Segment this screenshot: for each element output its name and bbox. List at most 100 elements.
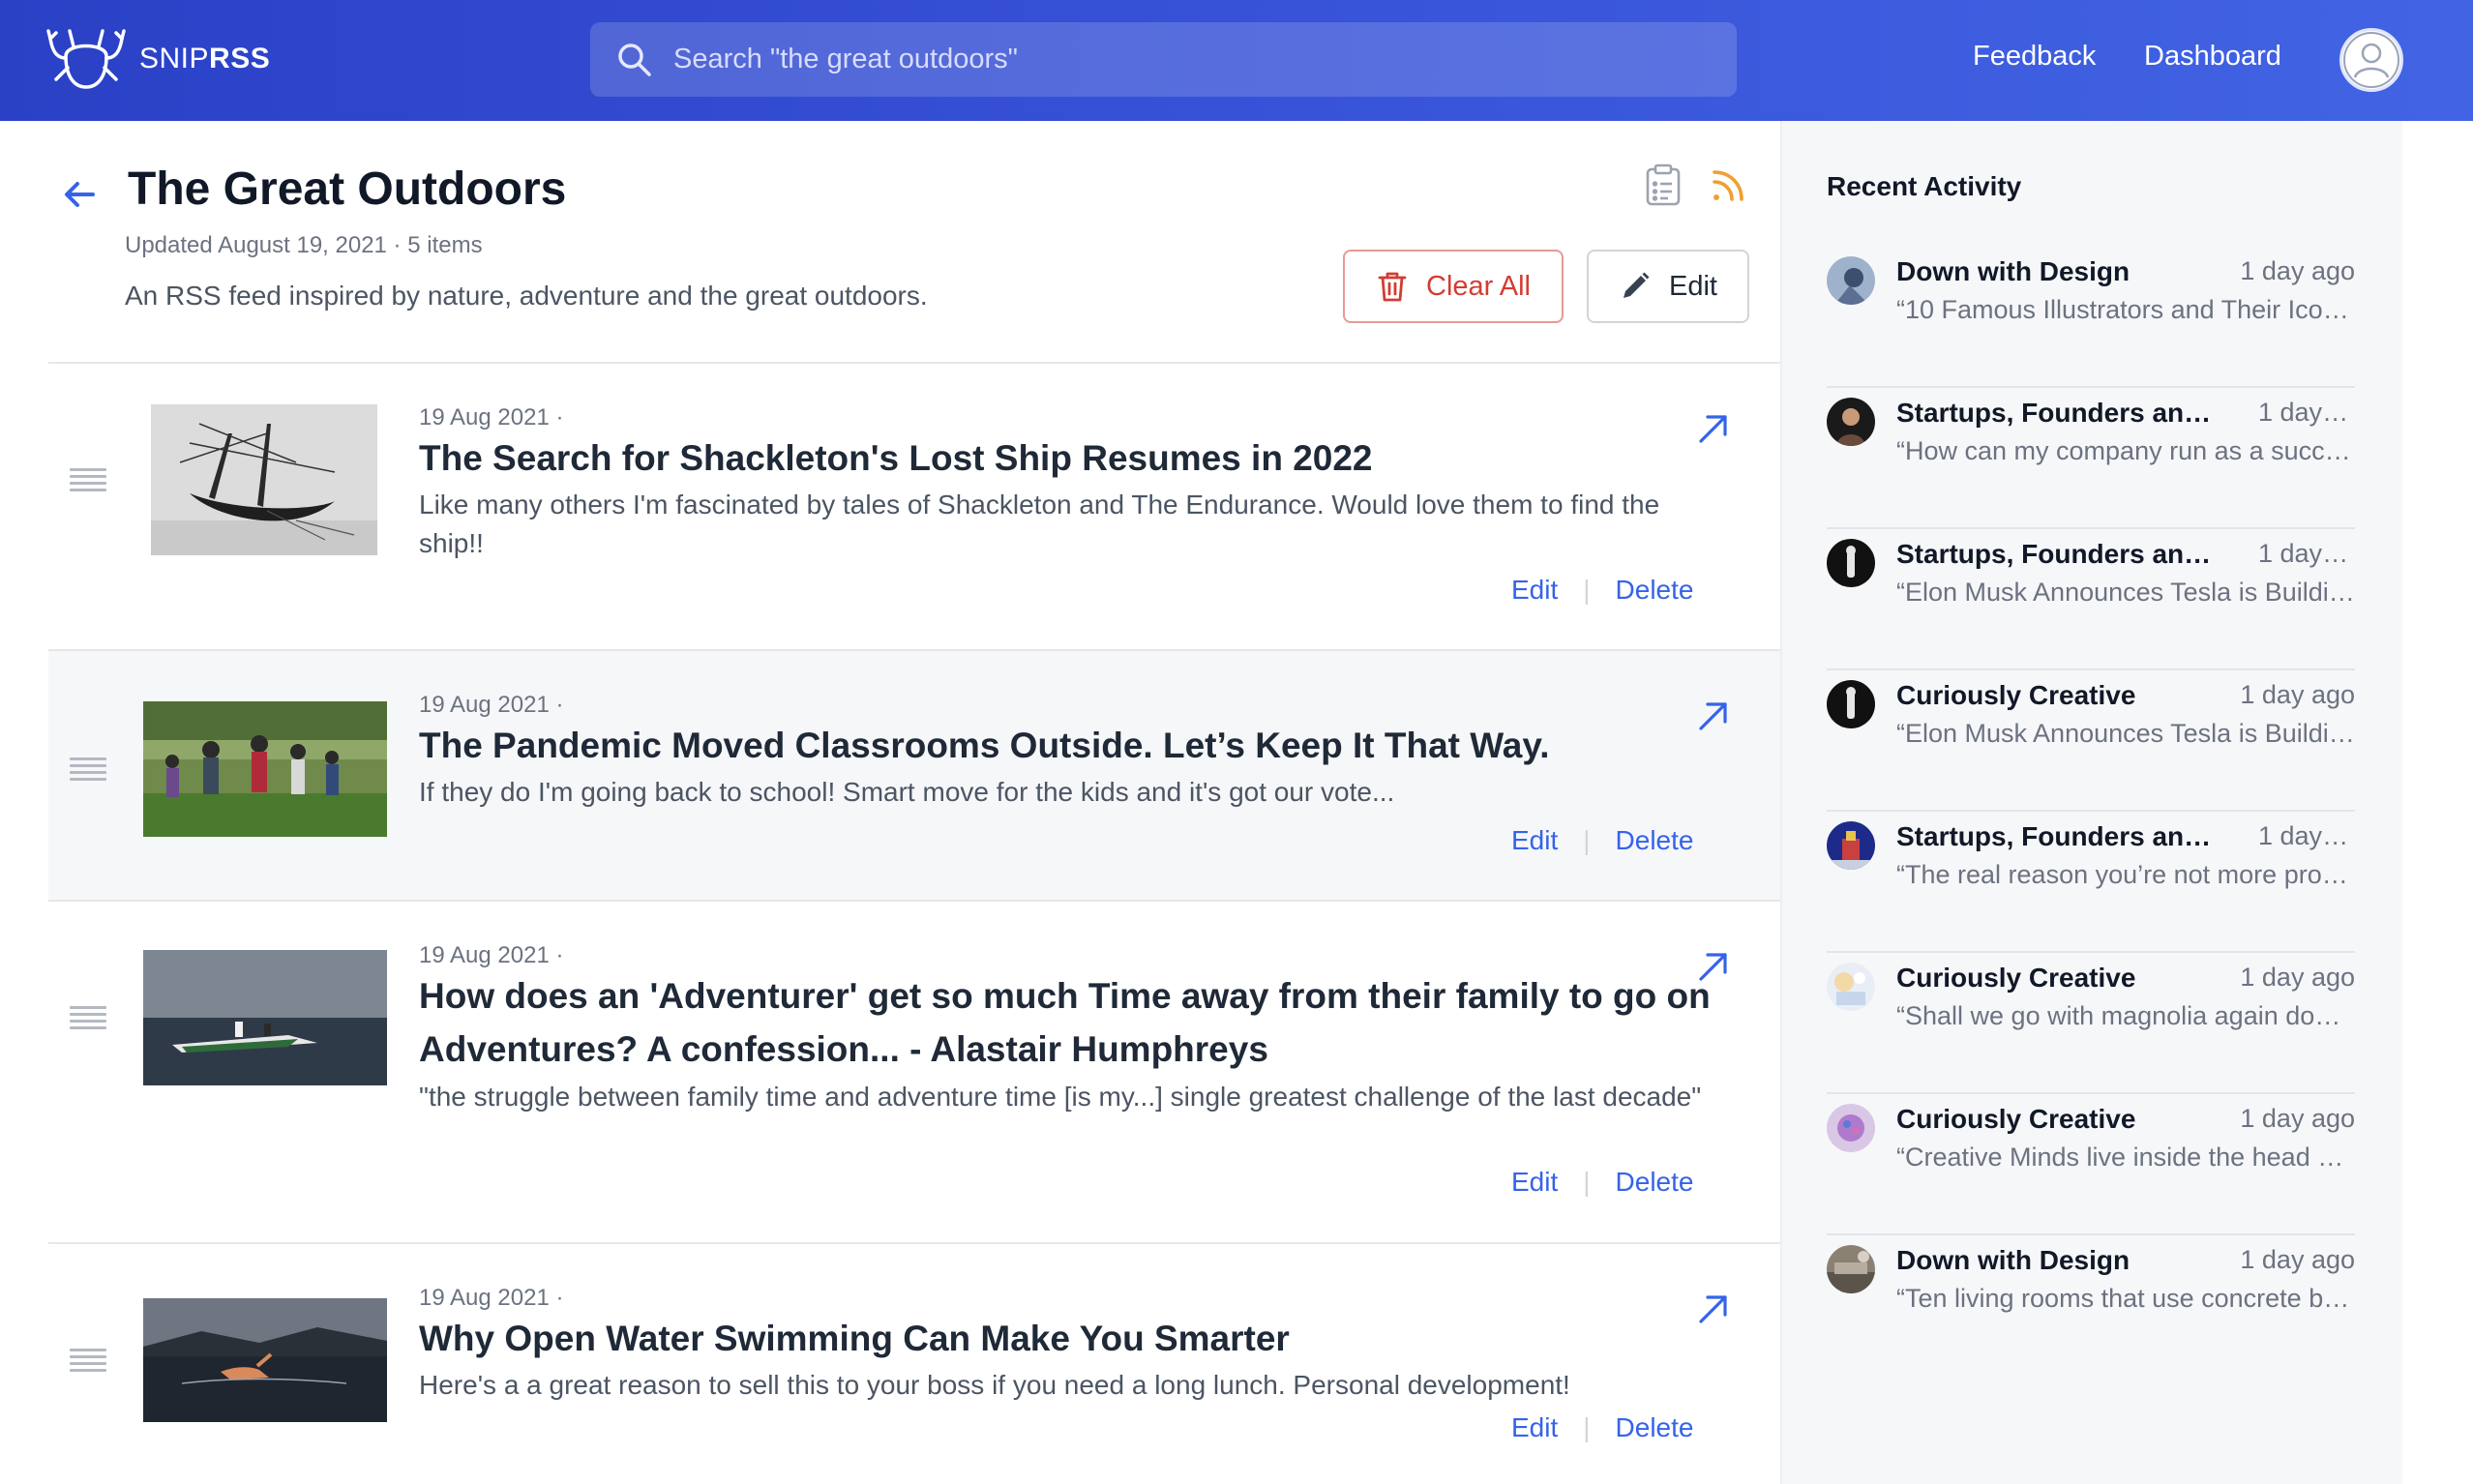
item-date: 19 Aug 2021 · [419, 1285, 564, 1311]
activity-feed-name: Down with Design [1896, 1245, 2130, 1275]
activity-time: 1 day ago [2258, 398, 2355, 427]
drag-handle-icon[interactable] [70, 1349, 106, 1374]
activity-feed-name: Curiously Creative [1896, 680, 2136, 710]
item-actions: Edit | Delete [1511, 1412, 1693, 1443]
activity-time: 1 day ago [2240, 963, 2355, 992]
item-body: Here's a a great reason to sell this to … [419, 1370, 1570, 1400]
feed-item: 19 Aug 2021 · How does an 'Adventurer' g… [48, 902, 1780, 1242]
feed-item: 19 Aug 2021 · The Search for Shackleton'… [48, 364, 1780, 649]
separator: | [1583, 575, 1591, 605]
item-delete-link[interactable]: Delete [1616, 825, 1694, 856]
clear-all-button[interactable]: Clear All [1343, 250, 1564, 323]
activity-time: 1 day ago [2240, 256, 2355, 285]
feed-description: An RSS feed inspired by nature, adventur… [125, 281, 928, 311]
activity-feed-name: Curiously Creative [1896, 1104, 2136, 1134]
activity-item-title: “How can my company run as a successful … [1896, 436, 2355, 465]
external-link-icon[interactable] [1693, 1291, 1732, 1329]
item-body: Like many others I'm fascinated by tales… [419, 490, 1660, 558]
item-actions: Edit | Delete [1511, 1167, 1693, 1198]
activity-avatar [1827, 821, 1875, 870]
activity-entry[interactable]: Curiously Creative 1 day ago “Shall we g… [1827, 953, 2355, 1094]
rss-icon[interactable] [1707, 163, 1749, 207]
item-delete-link[interactable]: Delete [1616, 1167, 1694, 1198]
activity-entry[interactable]: Startups, Founders and Funding 1 day ago… [1827, 388, 2355, 529]
drag-handle-icon[interactable] [70, 468, 106, 493]
item-edit-link[interactable]: Edit [1511, 1167, 1558, 1198]
activity-item-title: “Shall we go with magnolia again downsta… [1896, 1001, 2355, 1030]
recent-activity-title: Recent Activity [1827, 171, 2022, 201]
item-date: 19 Aug 2021 · [419, 692, 564, 718]
recent-activity-sidebar: Recent Activity Down with Design 1 day a… [1782, 121, 2402, 1484]
clipboard-icon[interactable] [1642, 163, 1684, 207]
item-thumbnail [151, 404, 377, 555]
item-date: 19 Aug 2021 · [419, 942, 564, 968]
item-body: "the struggle between family time and ad… [419, 1082, 1702, 1112]
activity-time: 1 day ago [2258, 539, 2355, 568]
item-title[interactable]: How does an 'Adventurer' get so much Tim… [419, 969, 1725, 1076]
item-title[interactable]: The Search for Shackleton's Lost Ship Re… [419, 431, 1725, 485]
drag-handle-icon[interactable] [70, 757, 106, 783]
activity-time: 1 day ago [2258, 821, 2355, 850]
activity-avatar [1827, 963, 1875, 1011]
item-edit-link[interactable]: Edit [1511, 1412, 1558, 1443]
item-date: 19 Aug 2021 · [419, 404, 564, 430]
separator: | [1583, 825, 1591, 855]
item-thumbnail [143, 950, 387, 1085]
back-arrow-icon[interactable] [60, 174, 99, 213]
feed-item: 19 Aug 2021 · Why Open Water Swimming Ca… [48, 1244, 1780, 1484]
item-edit-link[interactable]: Edit [1511, 825, 1558, 856]
external-link-icon[interactable] [1693, 697, 1732, 736]
activity-entry[interactable]: Curiously Creative 1 day ago “Creative M… [1827, 1094, 2355, 1235]
activity-entry[interactable]: Startups, Founders and Funding 1 day ago… [1827, 529, 2355, 670]
activity-item-title: “Ten living rooms that use concrete beau… [1896, 1284, 2355, 1313]
external-link-icon[interactable] [1693, 410, 1732, 449]
feed-meta: Updated August 19, 2021 · 5 items [125, 232, 483, 258]
activity-feed-name: Startups, Founders and Funding [1896, 821, 2225, 851]
feed-item: 19 Aug 2021 · The Pandemic Moved Classro… [48, 651, 1780, 900]
activity-item-title: “The real reason you’re not more product… [1896, 860, 2355, 889]
activity-feed-name: Curiously Creative [1896, 963, 2136, 993]
item-edit-link[interactable]: Edit [1511, 575, 1558, 606]
search-input[interactable] [673, 44, 1737, 75]
item-title[interactable]: Why Open Water Swimming Can Make You Sma… [419, 1312, 1725, 1365]
top-navigation-bar: SNIPRSS Feedback Dashboard [0, 0, 2473, 121]
activity-avatar [1827, 398, 1875, 446]
separator: | [1583, 1412, 1591, 1442]
item-actions: Edit | Delete [1511, 825, 1693, 856]
user-avatar-button[interactable] [2339, 28, 2403, 92]
activity-item-title: “Elon Musk Announces Tesla is Building a… [1896, 578, 2355, 607]
item-delete-link[interactable]: Delete [1616, 1412, 1694, 1443]
drag-handle-icon[interactable] [70, 1006, 106, 1031]
activity-item-title: “Elon Musk Announces Tesla is Building a… [1896, 719, 2355, 748]
page-title: The Great Outdoors [128, 163, 567, 215]
activity-feed-name: Startups, Founders and Funding [1896, 539, 2225, 569]
clear-all-label: Clear All [1426, 270, 1531, 302]
external-link-icon[interactable] [1693, 948, 1732, 987]
logo-icon [46, 29, 126, 89]
activity-entry[interactable]: Down with Design 1 day ago “Ten living r… [1827, 1235, 2355, 1377]
edit-feed-button[interactable]: Edit [1587, 250, 1749, 323]
nav-dashboard-link[interactable]: Dashboard [2144, 41, 2281, 73]
activity-entry[interactable]: Curiously Creative 1 day ago “Elon Musk … [1827, 670, 2355, 812]
activity-entry[interactable]: Startups, Founders and Funding 1 day ago… [1827, 812, 2355, 953]
activity-avatar [1827, 680, 1875, 728]
separator: | [1583, 1167, 1591, 1197]
brand-name: SNIPRSS [139, 43, 271, 74]
item-thumbnail [143, 701, 387, 837]
search-bar[interactable] [590, 22, 1737, 97]
nav-feedback-link[interactable]: Feedback [1973, 41, 2096, 73]
item-body: If they do I'm going back to school! Sma… [419, 777, 1395, 807]
activity-feed-name: Down with Design [1896, 256, 2130, 286]
activity-feed-name: Startups, Founders and Funding [1896, 398, 2225, 428]
activity-item-title: “10 Famous Illustrators and Their Iconic… [1896, 295, 2355, 324]
item-title[interactable]: The Pandemic Moved Classrooms Outside. L… [419, 719, 1725, 772]
activity-entry[interactable]: Down with Design 1 day ago “10 Famous Il… [1827, 247, 2355, 388]
activity-avatar [1827, 256, 1875, 305]
pencil-icon [1624, 272, 1650, 298]
activity-time: 1 day ago [2240, 680, 2355, 709]
activity-avatar [1827, 539, 1875, 587]
edit-feed-label: Edit [1669, 270, 1717, 302]
activity-avatar [1827, 1245, 1875, 1293]
brand-logo[interactable]: SNIPRSS [46, 25, 270, 93]
item-delete-link[interactable]: Delete [1616, 575, 1694, 606]
